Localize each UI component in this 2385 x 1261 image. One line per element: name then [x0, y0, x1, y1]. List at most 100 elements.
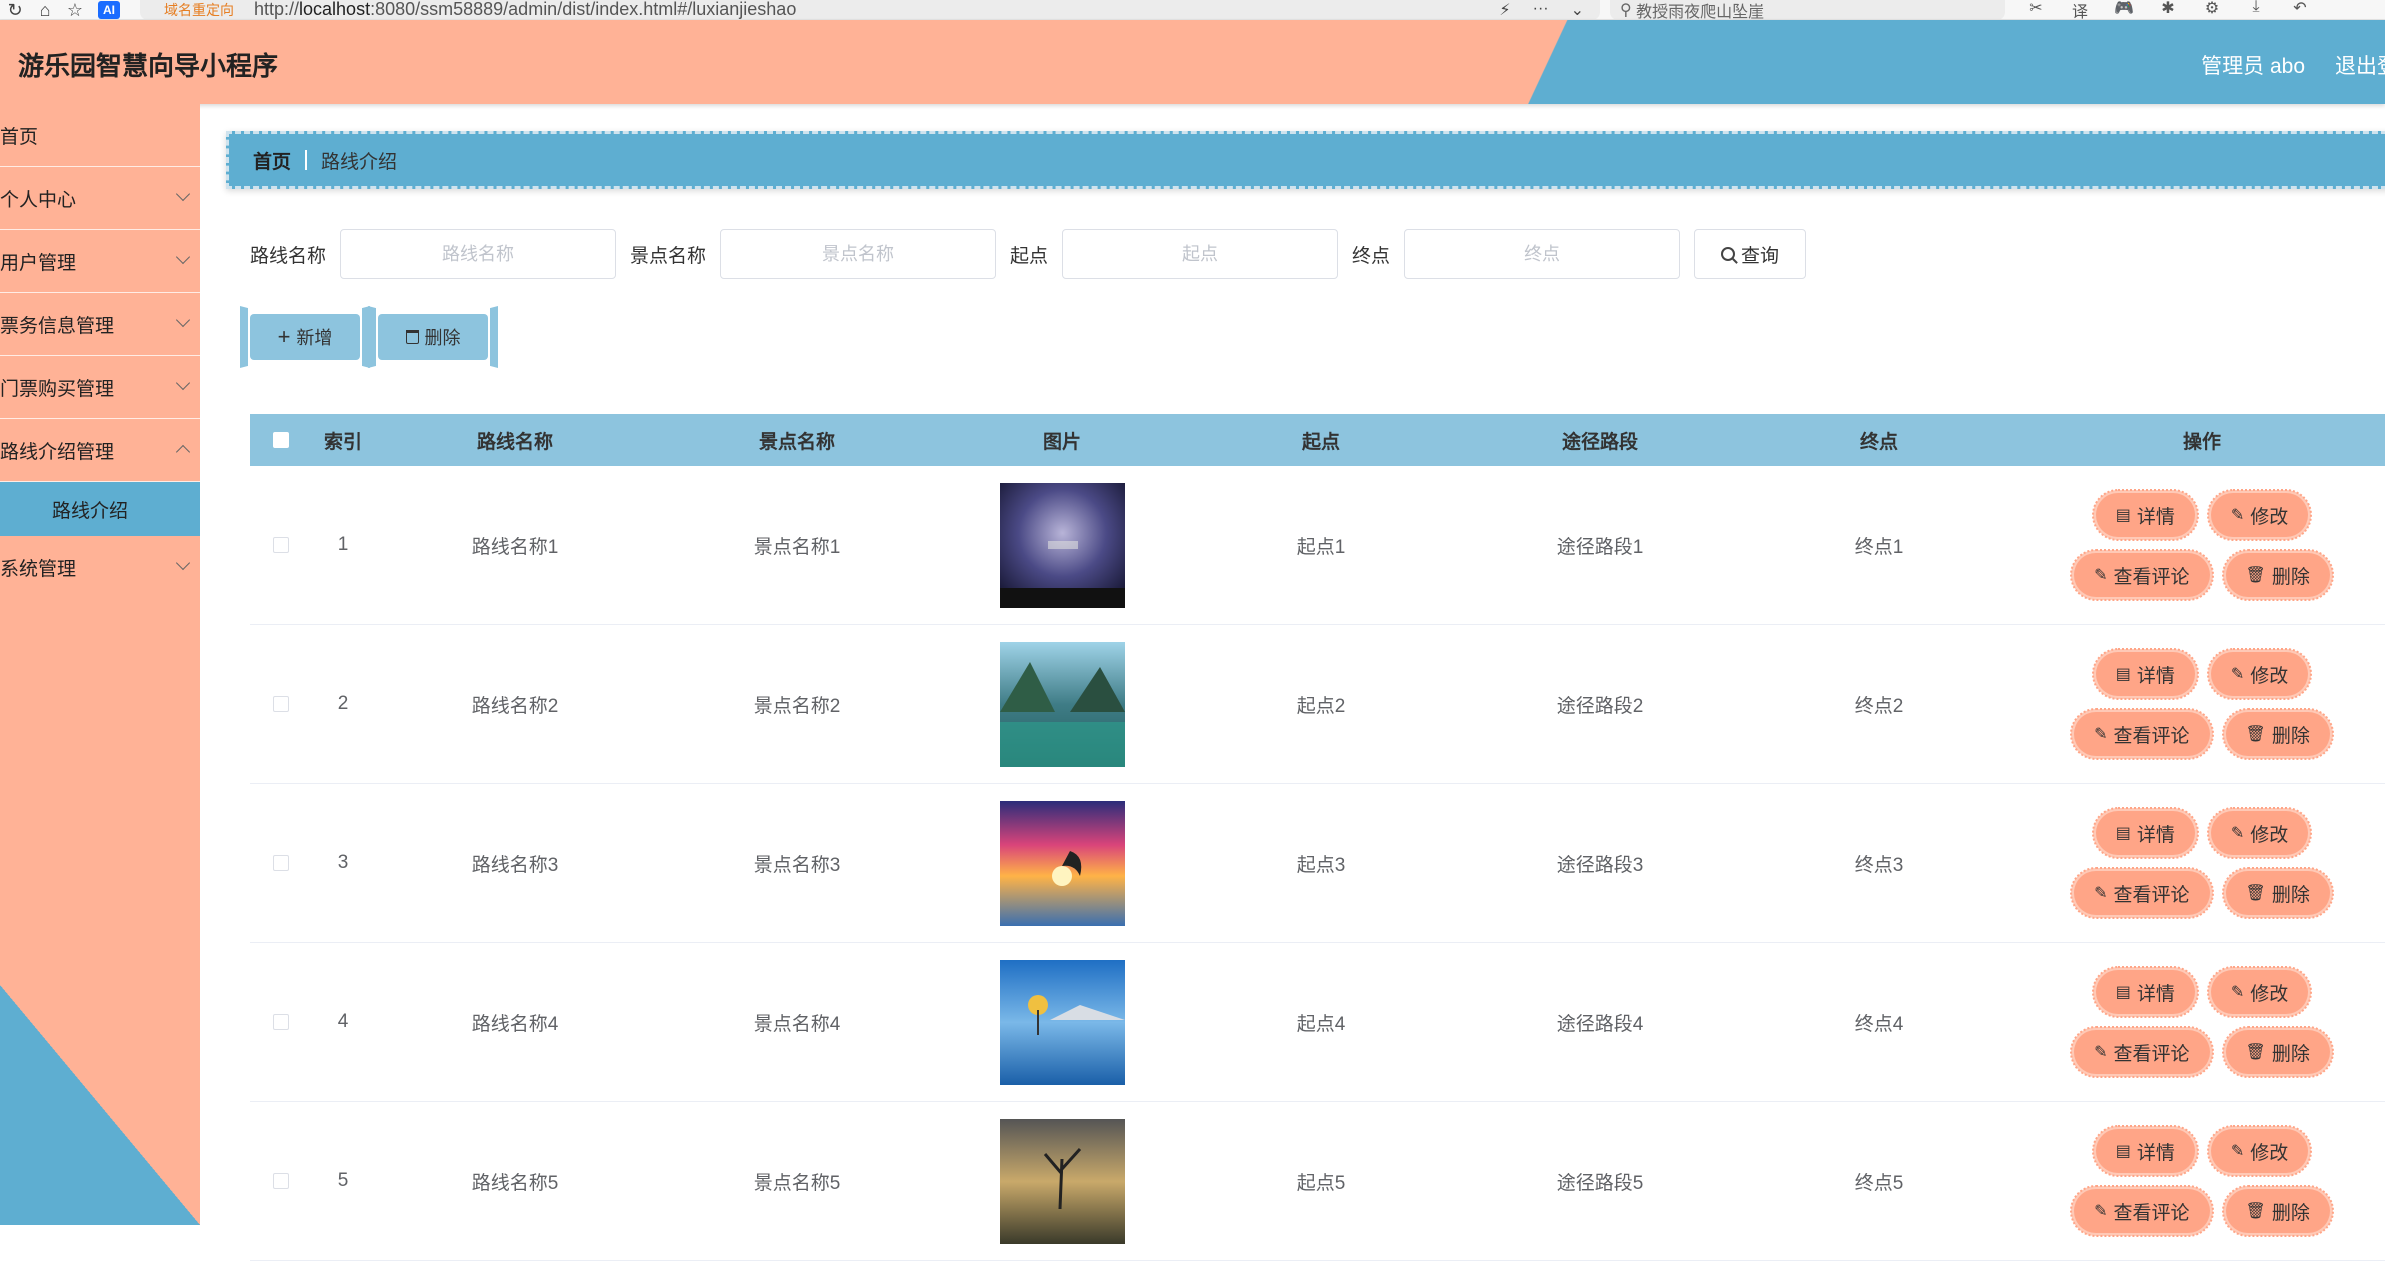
apps-icon[interactable]: ✱	[2157, 0, 2179, 19]
breadcrumb: 首页 路线介绍	[226, 131, 2385, 189]
route-thumbnail[interactable]	[999, 482, 1125, 608]
spot-name-label: 景点名称	[630, 245, 707, 267]
add-button[interactable]: + 新增	[250, 314, 360, 360]
view-comments-button[interactable]: ✎ 查看评论	[2070, 708, 2214, 760]
logout-link[interactable]: 退出登录	[2335, 50, 2385, 80]
search-form: 路线名称 景点名称 起点 终点 查询	[250, 228, 1807, 280]
detail-button[interactable]: ▤ 详情	[2091, 648, 2199, 700]
cell-start: 起点5	[1296, 1172, 1346, 1194]
table-row: 2 路线名称2 景点名称2 起点2 途径路段2 终点2 ▤ 详情 ✎ 修改 ✎ …	[250, 625, 2385, 784]
view-comments-button[interactable]: ✎ 查看评论	[2070, 549, 2214, 601]
cell-spot: 景点名称2	[753, 695, 841, 717]
route-thumbnail[interactable]	[999, 800, 1125, 926]
home-icon[interactable]: ⌂	[30, 0, 60, 19]
sidebar-item-personal-center[interactable]: 个人中心	[0, 167, 200, 230]
cell-index: 4	[337, 1011, 349, 1032]
sidebar-item-label: 用户管理	[0, 252, 77, 274]
sidebar-item-ticket-info[interactable]: 票务信息管理	[0, 293, 200, 356]
sidebar-item-label: 票务信息管理	[0, 315, 115, 337]
sidebar-item-home[interactable]: 首页	[0, 104, 200, 167]
edit-icon: ✎	[2230, 825, 2245, 842]
row-checkbox[interactable]	[273, 1173, 289, 1189]
edit-button[interactable]: ✎ 修改	[2206, 648, 2313, 700]
undo-icon[interactable]: ↶	[2289, 0, 2311, 19]
route-thumbnail[interactable]	[999, 641, 1125, 767]
browser-search-box[interactable]: ⚲ 教授雨夜爬山坠崖	[1610, 0, 2005, 19]
edit-icon: ✎	[2094, 726, 2108, 743]
cell-end: 终点3	[1854, 854, 1904, 876]
more-icon[interactable]: ···	[1533, 0, 1549, 19]
batch-delete-button[interactable]: 删除	[378, 314, 488, 360]
trash-icon: 🗑	[2245, 726, 2266, 743]
start-input[interactable]	[1062, 229, 1339, 279]
detail-button[interactable]: ▤ 详情	[2091, 966, 2199, 1018]
delete-button[interactable]: 🗑 删除	[2221, 708, 2334, 760]
translate-icon[interactable]: 译	[2069, 0, 2091, 20]
view-comments-button[interactable]: ✎ 查看评论	[2070, 1026, 2214, 1078]
document-icon: ▤	[2115, 984, 2131, 1001]
cell-path: 途径路段1	[1556, 536, 1644, 558]
route-thumbnail[interactable]	[999, 959, 1125, 1085]
sidebar-subitem-route-intro[interactable]: 路线介绍	[0, 482, 200, 536]
cell-index: 3	[337, 852, 349, 873]
extension-icon[interactable]: ⚙	[2201, 0, 2223, 19]
route-name-input[interactable]	[340, 229, 617, 279]
document-icon: ▤	[2115, 666, 2131, 683]
delete-button[interactable]: 🗑 删除	[2221, 1026, 2334, 1078]
main-content: 首页 路线介绍 路线名称 景点名称 起点 终点 查询 + 新增 删除 索引 路线…	[200, 104, 2385, 1261]
download-icon[interactable]: ⤓	[2245, 0, 2267, 19]
row-checkbox[interactable]	[273, 696, 289, 712]
lightning-icon[interactable]: ⚡	[1499, 0, 1510, 19]
detail-button[interactable]: ▤ 详情	[2091, 807, 2199, 859]
sidebar-item-label: 系统管理	[0, 559, 77, 580]
view-comments-button[interactable]: ✎ 查看评论	[2070, 867, 2214, 919]
cell-start: 起点4	[1296, 1013, 1346, 1035]
edit-button[interactable]: ✎ 修改	[2206, 966, 2313, 1018]
spot-name-input[interactable]	[720, 229, 997, 279]
chevron-down-icon[interactable]: ⌄	[1571, 0, 1584, 19]
detail-button[interactable]: ▤ 详情	[2091, 1125, 2199, 1177]
row-checkbox[interactable]	[273, 855, 289, 871]
edit-icon: ✎	[2230, 1143, 2245, 1160]
edit-button[interactable]: ✎ 修改	[2206, 807, 2313, 859]
edit-icon: ✎	[2230, 507, 2245, 524]
header-path: 途径路段	[1561, 431, 1638, 453]
query-button-label: 查询	[1741, 245, 1780, 267]
header-ops: 操作	[2182, 431, 2221, 453]
chevron-down-icon	[175, 375, 191, 391]
favorites-icon[interactable]: ☆	[60, 0, 90, 19]
end-input[interactable]	[1404, 229, 1681, 279]
row-checkbox[interactable]	[273, 1014, 289, 1030]
reload-icon[interactable]: ↻	[0, 0, 30, 19]
delete-button[interactable]: 🗑 删除	[2221, 867, 2334, 919]
edit-button[interactable]: ✎ 修改	[2206, 1125, 2313, 1177]
cell-path: 途径路段2	[1556, 695, 1644, 717]
cell-spot: 景点名称5	[753, 1172, 841, 1194]
scissors-icon[interactable]: ✂	[2025, 0, 2047, 19]
breadcrumb-separator	[305, 150, 308, 170]
breadcrumb-current: 路线介绍	[321, 151, 398, 173]
query-button[interactable]: 查询	[1694, 229, 1807, 279]
address-bar[interactable]: 域名重定向 http://localhost:8080/ssm58889/adm…	[140, 0, 1600, 19]
sidebar-item-system-management[interactable]: 系统管理	[0, 536, 200, 599]
select-all-checkbox[interactable]	[273, 432, 289, 448]
sidebar-item-ticket-purchase[interactable]: 门票购买管理	[0, 356, 200, 419]
delete-button[interactable]: 🗑 删除	[2221, 1185, 2334, 1237]
sidebar-item-route-management[interactable]: 路线介绍管理	[0, 419, 200, 482]
trash-icon: 🗑	[2245, 885, 2266, 902]
url-text: http://localhost:8080/ssm58889/admin/dis…	[254, 0, 797, 19]
view-comments-button[interactable]: ✎ 查看评论	[2070, 1185, 2214, 1237]
detail-button[interactable]: ▤ 详情	[2091, 489, 2199, 541]
breadcrumb-home[interactable]: 首页	[253, 147, 291, 174]
trash-icon	[405, 330, 419, 344]
edit-icon: ✎	[2094, 885, 2108, 902]
search-icon: ⚲	[1620, 1, 1632, 19]
ai-icon[interactable]: AI	[98, 0, 120, 19]
sidebar-item-user-management[interactable]: 用户管理	[0, 230, 200, 293]
route-name-label: 路线名称	[250, 245, 327, 267]
delete-button[interactable]: 🗑 删除	[2221, 549, 2334, 601]
row-checkbox[interactable]	[273, 537, 289, 553]
route-table: 索引 路线名称 景点名称 图片 起点 途径路段 终点 操作 1 路线名称1 景点…	[250, 414, 2385, 1261]
game-icon[interactable]: 🎮	[2113, 0, 2135, 19]
edit-button[interactable]: ✎ 修改	[2206, 489, 2313, 541]
